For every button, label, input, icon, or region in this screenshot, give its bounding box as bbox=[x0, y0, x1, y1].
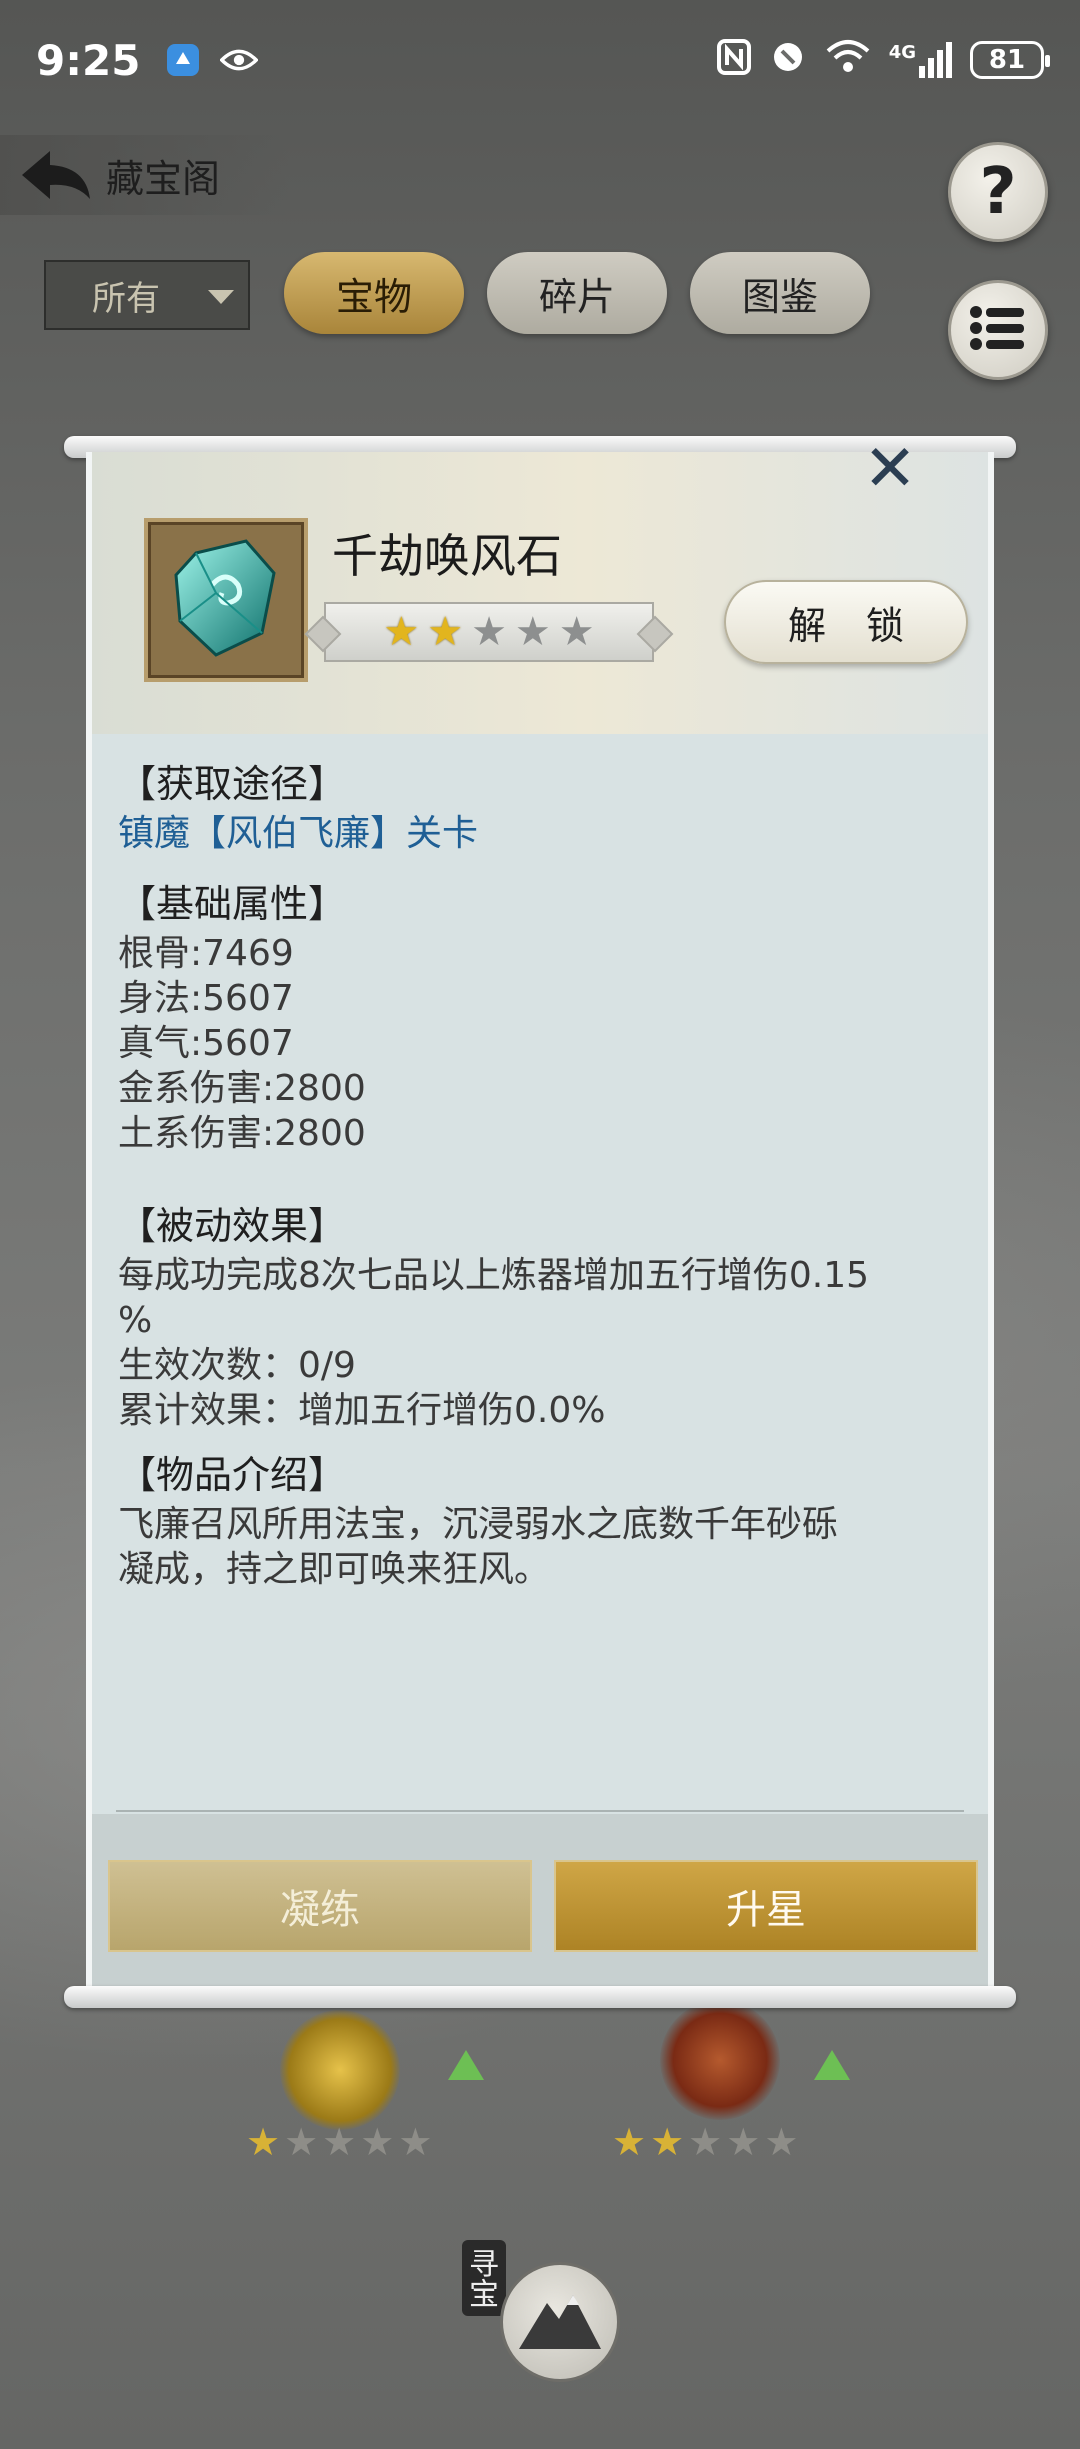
wifi-icon bbox=[825, 36, 871, 85]
app-notification-icon bbox=[164, 41, 202, 79]
star-icon: ★ bbox=[427, 609, 464, 655]
item-name: 千劫唤风石 bbox=[332, 529, 562, 583]
mountain-icon bbox=[515, 2285, 605, 2359]
star-icon: ★ bbox=[612, 2120, 651, 2164]
status-time: 9:25 bbox=[36, 35, 141, 85]
attribute-line: 真气:5607 bbox=[118, 1023, 294, 1064]
star-rating: ★ ★ ★ ★ ★ bbox=[324, 602, 654, 662]
close-button[interactable]: ✕ bbox=[850, 432, 930, 506]
background-item-1-stars: ★★★★★ bbox=[246, 2120, 436, 2164]
star-icon: ★ bbox=[246, 2120, 285, 2164]
star-icon: ★ bbox=[284, 2120, 323, 2164]
refine-button[interactable]: 凝练 bbox=[108, 1860, 532, 1952]
item-details: 【获取途径】 镇魔【风伯飞廉】关卡 【基础属性】 根骨:7469 身法:5607… bbox=[118, 752, 958, 1592]
battery-indicator: 81 bbox=[970, 41, 1050, 79]
upgrade-arrow-icon bbox=[814, 2050, 850, 2080]
filter-value: 所有 bbox=[92, 278, 160, 319]
status-indicators: 4G 81 bbox=[716, 36, 1050, 85]
treasure-hunt-label: 寻宝 bbox=[462, 2240, 506, 2316]
page-title: 藏宝阁 bbox=[106, 156, 221, 201]
star-icon: ★ bbox=[383, 609, 420, 655]
source-link[interactable]: 镇魔【风伯飞廉】关卡 bbox=[118, 811, 958, 856]
star-icon: ★ bbox=[688, 2120, 727, 2164]
attribute-line: 身法:5607 bbox=[118, 978, 294, 1019]
intro-text: 飞廉召风所用法宝，沉浸弱水之底数千年砂砾 bbox=[118, 1504, 839, 1545]
network-type: 4G bbox=[888, 42, 916, 63]
source-title: 【获取途径】 bbox=[118, 762, 347, 806]
background-item-weapon[interactable] bbox=[660, 2000, 780, 2120]
attributes-title: 【基础属性】 bbox=[118, 882, 347, 926]
tab-treasure[interactable]: 宝物 bbox=[284, 252, 464, 334]
question-mark-icon: ? bbox=[979, 155, 1017, 229]
divider bbox=[116, 1810, 964, 1812]
passive-description-cont: % bbox=[118, 1300, 153, 1341]
star-icon: ★ bbox=[650, 2120, 689, 2164]
star-icon: ★ bbox=[471, 609, 507, 655]
star-icon: ★ bbox=[558, 609, 595, 655]
star-icon: ★ bbox=[514, 609, 551, 655]
status-bar: 9:25 4G 81 bbox=[0, 0, 1080, 120]
star-icon: ★ bbox=[322, 2120, 361, 2164]
upgrade-star-button[interactable]: 升星 bbox=[554, 1860, 978, 1952]
unlock-button[interactable]: 解 锁 bbox=[724, 580, 968, 664]
star-icon: ★ bbox=[726, 2120, 765, 2164]
scroll-rod-bottom bbox=[64, 1986, 1016, 2008]
intro-text-cont: 凝成，持之即可唤来狂风。 bbox=[118, 1549, 551, 1590]
gem-stone-icon bbox=[166, 533, 286, 667]
eye-icon bbox=[220, 41, 259, 79]
filter-dropdown[interactable]: 所有 bbox=[44, 260, 250, 330]
back-arrow-icon bbox=[16, 145, 96, 205]
help-button[interactable]: ? bbox=[948, 142, 1048, 242]
passive-count: 生效次数：0/9 bbox=[118, 1345, 356, 1386]
list-icon bbox=[968, 303, 1028, 357]
chevron-down-icon bbox=[208, 290, 234, 304]
game-header: 藏宝阁 bbox=[0, 135, 1080, 225]
tab-fragment[interactable]: 碎片 bbox=[487, 252, 667, 334]
item-icon bbox=[144, 518, 308, 682]
tab-catalog[interactable]: 图鉴 bbox=[690, 252, 870, 334]
cellular-signal-icon: 4G bbox=[889, 42, 952, 78]
attribute-line: 根骨:7469 bbox=[118, 933, 294, 974]
background-item-coin[interactable] bbox=[280, 2010, 400, 2130]
close-icon: ✕ bbox=[863, 432, 917, 506]
attribute-line: 金系伤害:2800 bbox=[118, 1068, 366, 1109]
star-icon: ★ bbox=[764, 2120, 803, 2164]
treasure-hunt-button[interactable] bbox=[500, 2262, 620, 2382]
passive-total: 累计效果：增加五行增伤0.0% bbox=[118, 1390, 606, 1431]
back-button[interactable]: 藏宝阁 bbox=[0, 135, 290, 215]
item-detail-modal: 千劫唤风石 ★ ★ ★ ★ ★ 解 锁 【获取途径】 镇魔【风伯飞廉】关卡 【基… bbox=[86, 452, 994, 1992]
background-item-2-stars: ★★★★★ bbox=[612, 2120, 802, 2164]
menu-button[interactable] bbox=[948, 280, 1048, 380]
alarm-icon bbox=[769, 36, 807, 85]
passive-description: 每成功完成8次七品以上炼器增加五行增伤0.15 bbox=[118, 1255, 870, 1296]
upgrade-arrow-icon bbox=[448, 2050, 484, 2080]
star-icon: ★ bbox=[360, 2120, 399, 2164]
star-icon: ★ bbox=[398, 2120, 437, 2164]
intro-title: 【物品介绍】 bbox=[118, 1453, 347, 1497]
attribute-line: 土系伤害:2800 bbox=[118, 1113, 366, 1154]
passive-title: 【被动效果】 bbox=[118, 1204, 347, 1248]
nfc-icon bbox=[716, 36, 751, 85]
